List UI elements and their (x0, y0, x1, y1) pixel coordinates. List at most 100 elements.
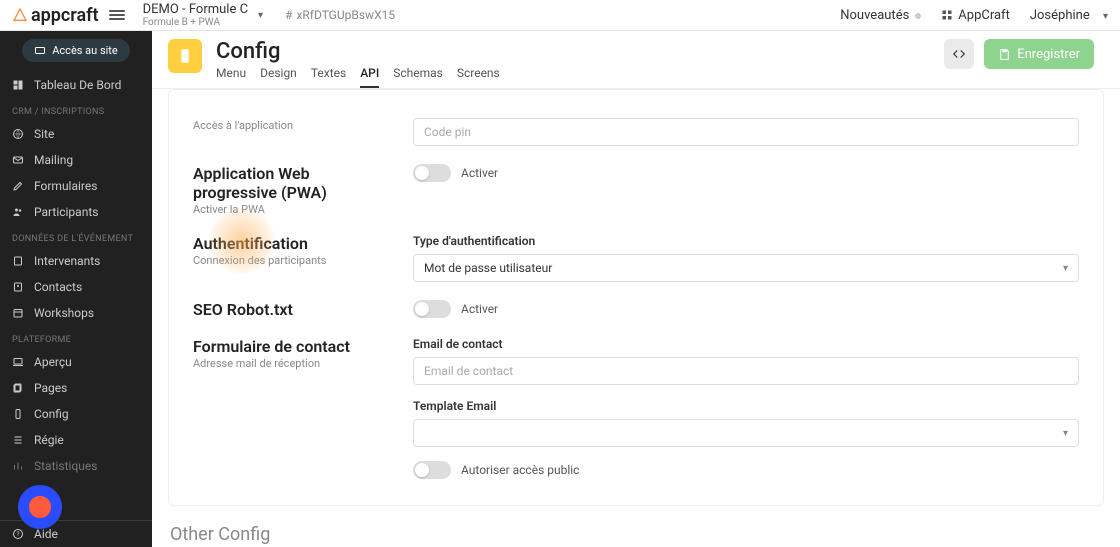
code-icon (952, 47, 966, 61)
project-subtitle: Formule B + PWA (143, 17, 248, 28)
public-access-toggle[interactable] (413, 461, 451, 479)
nav-news[interactable]: Nouveautés (840, 8, 921, 23)
sidebar-item-participants[interactable]: Participants (0, 199, 152, 225)
sidebar-item-label: Workshops (34, 306, 94, 320)
tab-texts[interactable]: Textes (311, 66, 346, 88)
tab-design[interactable]: Design (260, 66, 297, 88)
brand-name: appcraft (31, 5, 99, 26)
sidebar-item-config[interactable]: Config (0, 401, 152, 427)
sidebar-item-label: Intervenants (34, 254, 100, 268)
laptop-icon (12, 356, 24, 368)
sidebar-toggle[interactable] (109, 10, 125, 20)
sidebar-item-label: Pages (34, 381, 67, 395)
sidebar-item-preview[interactable]: Aperçu (0, 349, 152, 375)
sidebar-item-dashboard[interactable]: Tableau De Bord (0, 72, 152, 98)
save-button[interactable]: Enregistrer (984, 39, 1094, 69)
auth-subtitle: Connexion des participants (193, 254, 383, 267)
tab-screens[interactable]: Screens (457, 66, 500, 88)
sidebar-item-regie[interactable]: Régie (0, 427, 152, 453)
template-email-label: Template Email (413, 399, 1079, 413)
pin-code-input[interactable] (413, 118, 1079, 146)
sidebar-item-mailing[interactable]: Mailing (0, 147, 152, 173)
sidebar: Accès au site Tableau De Bord CRM / INSC… (0, 31, 152, 547)
contact-icon (12, 281, 24, 293)
sidebar-item-label: Formulaires (34, 179, 97, 193)
seo-toggle[interactable] (413, 300, 451, 318)
sidebar-item-forms[interactable]: Formulaires (0, 173, 152, 199)
envelope-icon (12, 154, 24, 166)
phone-icon (12, 408, 24, 420)
sidebar-item-label: Tableau De Bord (34, 78, 121, 92)
phone-icon (176, 47, 194, 65)
sidebar-item-speakers[interactable]: Intervenants (0, 248, 152, 274)
auth-title: Authentification (193, 234, 383, 253)
seo-title: SEO Robot.txt (193, 300, 383, 319)
seo-toggle-label: Activer (461, 302, 498, 316)
hashtag-icon: # (285, 8, 292, 22)
pages-icon (12, 382, 24, 394)
sidebar-section-crm: CRM / INSCRIPTIONS (0, 98, 152, 121)
grid-icon (941, 9, 953, 21)
page-title: Config (216, 39, 500, 64)
sliders-icon (12, 434, 24, 446)
access-subtitle: Accès à l'application (193, 119, 383, 132)
sidebar-item-label: Participants (34, 205, 98, 219)
sidebar-item-pages[interactable]: Pages (0, 375, 152, 401)
dashboard-icon (12, 79, 24, 91)
sidebar-item-label: Mailing (34, 153, 73, 167)
other-config-title: Other Config (170, 524, 1104, 545)
pwa-toggle[interactable] (413, 164, 451, 182)
sidebar-item-contacts[interactable]: Contacts (0, 274, 152, 300)
chevron-down-icon: ▾ (1103, 11, 1108, 22)
sidebar-item-label: Aide (34, 527, 58, 541)
sidebar-item-label: Régie (34, 433, 64, 447)
badge-icon (12, 255, 24, 267)
contact-form-subtitle: Adresse mail de réception (193, 357, 383, 370)
project-name: DEMO - Formule C (143, 2, 248, 17)
sidebar-item-label: Statistiques (34, 459, 97, 473)
sidebar-section-event: DONNÉES DE L'ÉVÉNEMENT (0, 225, 152, 248)
pencil-icon (12, 180, 24, 192)
monitor-icon (34, 45, 46, 57)
sidebar-item-stats[interactable]: Statistiques (0, 453, 152, 479)
tab-schemas[interactable]: Schemas (393, 66, 443, 88)
sidebar-item-label: Aperçu (34, 355, 72, 369)
brand-logo: appcraft (12, 5, 99, 26)
sidebar-item-help[interactable]: ? Aide (0, 521, 152, 547)
tab-api[interactable]: API (360, 66, 379, 88)
sidebar-section-platform: PLATEFORME (0, 326, 152, 349)
auth-type-select[interactable]: Mot de passe utilisateur ▾ (413, 254, 1079, 282)
template-email-select[interactable]: ▾ (413, 419, 1079, 447)
chevron-down-icon: ▾ (258, 10, 263, 21)
help-icon: ? (12, 528, 24, 540)
globe-icon (12, 128, 24, 140)
sidebar-item-site[interactable]: Site (0, 121, 152, 147)
svg-text:?: ? (17, 531, 20, 538)
sidebar-item-label: Contacts (34, 280, 82, 294)
project-selector[interactable]: DEMO - Formule C Formule B + PWA ▾ (143, 2, 263, 28)
users-icon (12, 206, 24, 218)
chevron-down-icon: ▾ (1063, 263, 1068, 274)
auth-type-label: Type d'authentification (413, 234, 1079, 248)
contact-form-title: Formulaire de contact (193, 337, 383, 356)
pwa-subtitle: Activer la PWA (193, 203, 383, 216)
save-icon (998, 48, 1011, 61)
sidebar-item-label: Site (34, 127, 54, 141)
pwa-toggle-label: Activer (461, 166, 498, 180)
tab-menu[interactable]: Menu (216, 66, 246, 88)
public-access-label: Autoriser accès public (461, 463, 579, 477)
code-button[interactable] (944, 39, 974, 69)
contact-email-label: Email de contact (413, 337, 1079, 351)
chart-icon (12, 460, 24, 472)
contact-email-input[interactable] (413, 357, 1079, 385)
sidebar-item-label: Config (34, 407, 69, 421)
nav-appcraft[interactable]: AppCraft (941, 8, 1010, 23)
nav-user[interactable]: Joséphine ▾ (1030, 8, 1108, 23)
sidebar-item-workshops[interactable]: Workshops (0, 300, 152, 326)
chevron-down-icon: ▾ (1063, 428, 1068, 439)
project-hash: # xRfDTGUpBswX15 (285, 8, 395, 22)
pwa-title: Application Web progressive (PWA) (193, 164, 383, 202)
config-page-icon (168, 39, 202, 73)
site-access-button[interactable]: Accès au site (22, 39, 130, 62)
support-fab[interactable] (18, 485, 62, 529)
